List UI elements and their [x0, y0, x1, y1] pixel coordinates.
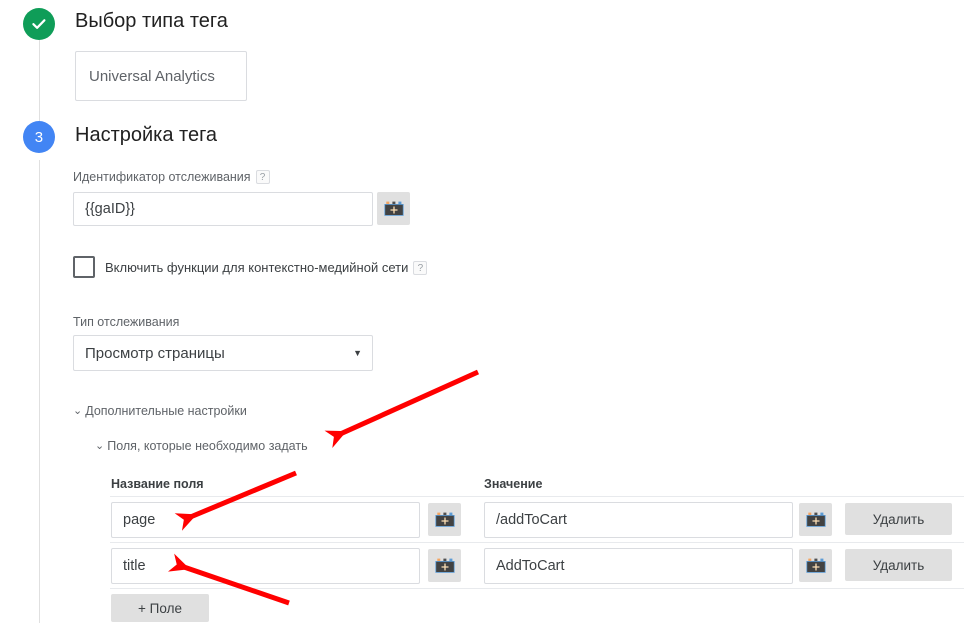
chevron-down-icon: ▼	[353, 348, 362, 358]
delete-field-button[interactable]: Удалить	[845, 549, 952, 581]
field-name-input[interactable]	[111, 548, 420, 584]
lego-brick-plus-icon	[805, 512, 826, 528]
add-field-button[interactable]: + Поле	[111, 594, 209, 622]
chevron-down-icon: ⌄	[73, 404, 83, 417]
tracking-id-variable-picker-button[interactable]	[377, 192, 410, 225]
lego-brick-plus-icon	[434, 558, 455, 574]
disclosure-fields-to-set[interactable]: ⌄ Поля, которые необходимо задать	[95, 439, 308, 453]
tracking-id-label: Идентификатор отслеживания?	[73, 170, 270, 184]
stepper-connector-bottom	[39, 160, 40, 623]
help-icon[interactable]: ?	[255, 170, 270, 184]
display-features-label-text: Включить функции для контекстно-медийной…	[105, 260, 409, 275]
field-name-variable-picker-button[interactable]	[428, 549, 461, 582]
field-value-variable-picker-button[interactable]	[799, 503, 832, 536]
delete-field-button[interactable]: Удалить	[845, 503, 952, 535]
selected-tag-type-box[interactable]: Universal Analytics	[75, 51, 247, 101]
lego-brick-plus-icon	[383, 201, 404, 217]
step-completed-badge	[23, 8, 55, 40]
selected-tag-type-label: Universal Analytics	[89, 67, 215, 85]
stepper-connector-top	[39, 40, 40, 122]
lego-brick-plus-icon	[434, 512, 455, 528]
tracking-type-select[interactable]: Просмотр страницы ▼	[73, 335, 373, 371]
field-value-input[interactable]	[484, 502, 793, 538]
column-header-field-name: Название поля	[111, 477, 204, 491]
column-header-field-value: Значение	[484, 477, 543, 491]
check-icon	[30, 15, 48, 33]
arrow-to-fields-to-set	[324, 369, 480, 448]
section-title-tag-config: Настройка тега	[75, 124, 218, 146]
disclosure-more-settings[interactable]: ⌄ Дополнительные настройки	[73, 404, 247, 418]
step-number: 3	[34, 128, 44, 146]
chevron-down-icon: ⌄	[95, 439, 105, 452]
step-current-badge: 3	[23, 121, 55, 153]
tracking-id-input[interactable]	[73, 192, 373, 226]
table-rule	[110, 542, 964, 543]
disclosure-more-settings-label: Дополнительные настройки	[85, 404, 247, 418]
field-name-variable-picker-button[interactable]	[428, 503, 461, 536]
tracking-type-selected-value: Просмотр страницы	[85, 344, 225, 362]
lego-brick-plus-icon	[805, 558, 826, 574]
field-value-variable-picker-button[interactable]	[799, 549, 832, 582]
section-title-tag-type: Выбор типа тега	[75, 10, 228, 32]
tracking-type-label: Тип отслеживания	[73, 315, 180, 329]
display-features-label: Включить функции для контекстно-медийной…	[105, 260, 428, 275]
tracking-id-label-text: Идентификатор отслеживания	[73, 170, 251, 184]
disclosure-fields-to-set-label: Поля, которые необходимо задать	[107, 439, 308, 453]
help-icon[interactable]: ?	[413, 261, 428, 275]
field-name-input[interactable]	[111, 502, 420, 538]
field-value-input[interactable]	[484, 548, 793, 584]
table-rule	[110, 496, 964, 497]
table-rule	[110, 588, 964, 589]
display-features-checkbox[interactable]	[73, 256, 95, 278]
